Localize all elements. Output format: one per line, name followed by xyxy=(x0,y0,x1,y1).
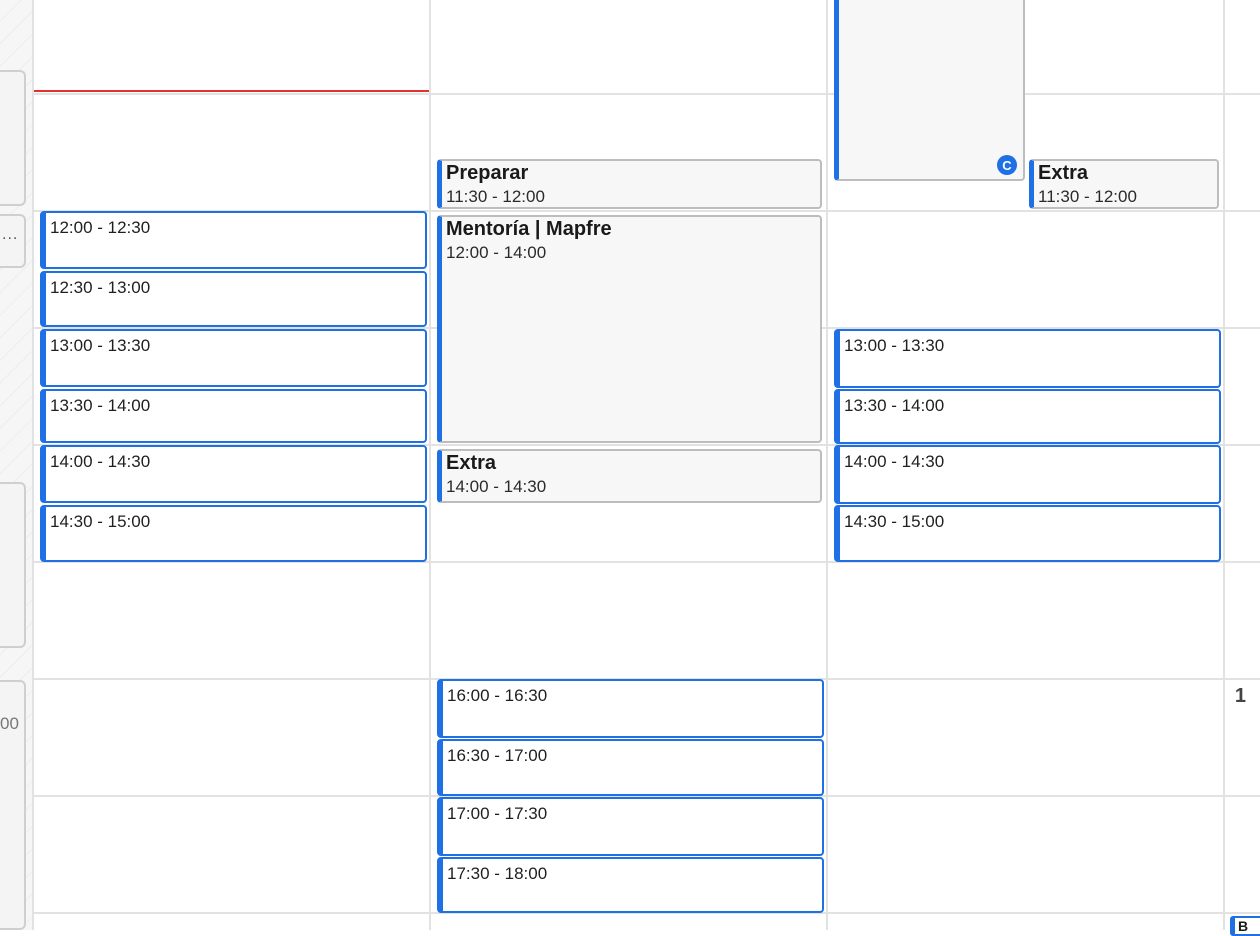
calendar-event-partial[interactable]: B xyxy=(1230,916,1260,936)
event-title: Preparar xyxy=(446,162,529,184)
availability-slot[interactable]: 13:00 - 13:30 xyxy=(40,329,427,387)
slot-time: 13:00 - 13:30 xyxy=(844,336,945,355)
current-time-indicator xyxy=(34,90,429,92)
slot-time: 14:00 - 14:30 xyxy=(844,452,945,471)
availability-slot[interactable]: 17:00 - 17:30 xyxy=(437,797,824,856)
gutter-event-card[interactable] xyxy=(0,70,26,206)
event-title: Mentoría | Mapfre xyxy=(446,218,612,240)
availability-slot[interactable]: 13:30 - 14:00 xyxy=(834,389,1221,444)
availability-slot[interactable]: 16:00 - 16:30 xyxy=(437,679,824,738)
gutter-day-number: 1 xyxy=(1234,685,1246,707)
day-column-divider xyxy=(826,0,828,930)
slot-time: 12:30 - 13:00 xyxy=(50,278,151,297)
calendar-event[interactable]: Extra 11:30 - 12:00 xyxy=(1029,159,1219,209)
slot-time: 12:00 - 12:30 xyxy=(50,218,151,237)
event-time: 11:30 - 12:00 xyxy=(446,187,545,206)
event-title: B xyxy=(1238,918,1249,934)
calendar-event[interactable]: C xyxy=(834,0,1025,181)
slot-time: 14:30 - 15:00 xyxy=(844,512,945,531)
slot-time: 17:00 - 17:30 xyxy=(447,804,548,823)
slot-time: 13:30 - 14:00 xyxy=(50,396,151,415)
slot-time: 17:30 - 18:00 xyxy=(447,864,548,883)
day-column-divider xyxy=(1223,0,1225,930)
hour-line xyxy=(34,93,1260,95)
slot-time: 16:00 - 16:30 xyxy=(447,686,548,705)
availability-slot[interactable]: 14:30 - 15:00 xyxy=(40,505,427,562)
calendar-event[interactable]: Preparar 11:30 - 12:00 xyxy=(437,159,822,209)
event-time: 12:00 - 14:00 xyxy=(446,243,547,262)
availability-slot[interactable]: 14:00 - 14:30 xyxy=(834,445,1221,504)
gutter-event-card[interactable] xyxy=(0,482,26,648)
slot-time: 14:00 - 14:30 xyxy=(50,452,151,471)
gutter-time-fragment: 00 xyxy=(0,714,19,733)
event-title: Extra xyxy=(1038,162,1089,184)
day-column-divider xyxy=(429,0,431,930)
more-events-indicator[interactable]: ... xyxy=(2,226,18,244)
availability-slot[interactable]: 12:30 - 13:00 xyxy=(40,271,427,327)
slot-time: 13:00 - 13:30 xyxy=(50,336,151,355)
calendar-event[interactable]: Extra 14:00 - 14:30 xyxy=(437,449,822,503)
availability-slot[interactable]: 17:30 - 18:00 xyxy=(437,857,824,913)
event-time: 14:00 - 14:30 xyxy=(446,477,547,496)
availability-slot[interactable]: 13:30 - 14:00 xyxy=(40,389,427,443)
slot-time: 16:30 - 17:00 xyxy=(447,746,548,765)
slot-time: 13:30 - 14:00 xyxy=(844,396,945,415)
event-time: 11:30 - 12:00 xyxy=(1038,187,1137,206)
slot-time: 14:30 - 15:00 xyxy=(50,512,151,531)
availability-slot[interactable]: 16:30 - 17:00 xyxy=(437,739,824,796)
availability-slot[interactable]: 13:00 - 13:30 xyxy=(834,329,1221,388)
calendly-icon: C xyxy=(997,155,1017,175)
day-column-divider xyxy=(32,0,34,930)
calendar-event[interactable]: Mentoría | Mapfre 12:00 - 14:00 xyxy=(437,215,822,443)
availability-slot[interactable]: 14:30 - 15:00 xyxy=(834,505,1221,562)
event-title: Extra xyxy=(446,452,497,474)
availability-slot[interactable]: 12:00 - 12:30 xyxy=(40,211,427,269)
availability-slot[interactable]: 14:00 - 14:30 xyxy=(40,445,427,503)
